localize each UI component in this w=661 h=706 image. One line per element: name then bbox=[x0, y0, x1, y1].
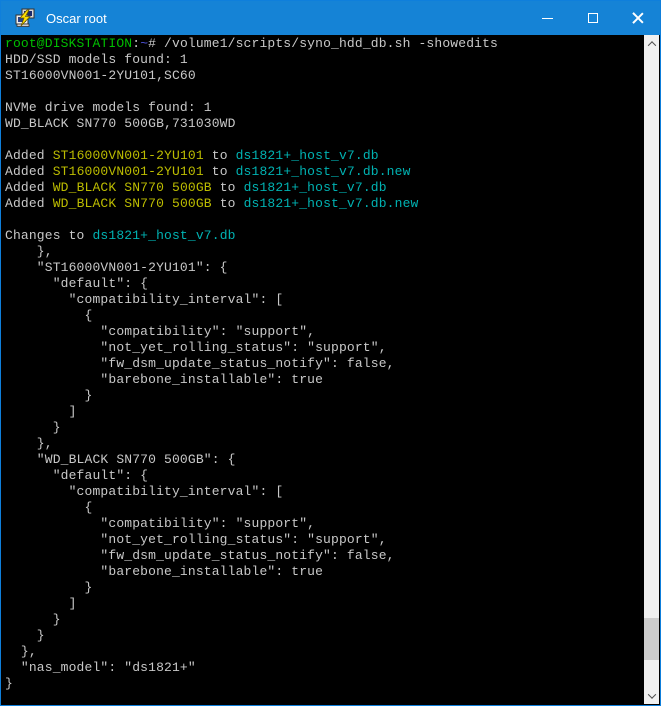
terminal-line: "not_yet_rolling_status": "support", bbox=[5, 532, 643, 548]
terminal-line: Added WD_BLACK SN770 500GB to ds1821+_ho… bbox=[5, 180, 643, 196]
terminal-line: Changes to ds1821+_host_v7.db bbox=[5, 228, 643, 244]
terminal-line: "compatibility_interval": [ bbox=[5, 484, 643, 500]
terminal-line: "barebone_installable": true bbox=[5, 372, 643, 388]
scrollbar[interactable] bbox=[644, 35, 659, 704]
caption-buttons bbox=[525, 1, 660, 35]
terminal-line: ] bbox=[5, 596, 643, 612]
terminal-line: "default": { bbox=[5, 276, 643, 292]
terminal-line: "barebone_installable": true bbox=[5, 564, 643, 580]
terminal-line: "fw_dsm_update_status_notify": false, bbox=[5, 548, 643, 564]
window-title: Oscar root bbox=[46, 11, 525, 26]
terminal-line: Added ST16000VN001-2YU101 to ds1821+_hos… bbox=[5, 148, 643, 164]
terminal-line: }, bbox=[5, 644, 643, 660]
terminal-line: } bbox=[5, 420, 643, 436]
title-bar[interactable]: Oscar root bbox=[1, 1, 660, 35]
terminal-line: Added WD_BLACK SN770 500GB to ds1821+_ho… bbox=[5, 196, 643, 212]
terminal-line: } bbox=[5, 580, 643, 596]
terminal-line: "WD_BLACK SN770 500GB": { bbox=[5, 452, 643, 468]
scroll-down-button[interactable] bbox=[644, 687, 659, 704]
terminal-line: "compatibility": "support", bbox=[5, 324, 643, 340]
terminal-line: "nas_model": "ds1821+" bbox=[5, 660, 643, 676]
terminal-line: } bbox=[5, 676, 643, 692]
chevron-down-icon bbox=[647, 690, 655, 698]
terminal-line: } bbox=[5, 612, 643, 628]
terminal-line: } bbox=[5, 628, 643, 644]
terminal-line: ] bbox=[5, 404, 643, 420]
terminal-line: NVMe drive models found: 1 bbox=[5, 100, 643, 116]
terminal-line: }, bbox=[5, 436, 643, 452]
terminal-line bbox=[5, 132, 643, 148]
terminal-line: "compatibility": "support", bbox=[5, 516, 643, 532]
terminal-lines: root@DISKSTATION:~# /volume1/scripts/syn… bbox=[5, 36, 643, 704]
minimize-icon bbox=[542, 18, 553, 19]
putty-window: Oscar root root@DISKSTATION:~# /volume1/… bbox=[0, 0, 661, 706]
terminal-line: Added ST16000VN001-2YU101 to ds1821+_hos… bbox=[5, 164, 643, 180]
terminal-line: "default": { bbox=[5, 468, 643, 484]
terminal-line: { bbox=[5, 308, 643, 324]
close-icon bbox=[632, 12, 644, 24]
terminal-line: "compatibility_interval": [ bbox=[5, 292, 643, 308]
terminal-line: HDD/SSD models found: 1 bbox=[5, 52, 643, 68]
terminal-line: { bbox=[5, 500, 643, 516]
close-button[interactable] bbox=[615, 1, 660, 35]
terminal-line bbox=[5, 212, 643, 228]
chevron-up-icon bbox=[647, 41, 655, 49]
scrollbar-thumb[interactable] bbox=[644, 618, 659, 660]
terminal-line: root@DISKSTATION:~# /volume1/scripts/syn… bbox=[5, 36, 643, 52]
terminal-line: "fw_dsm_update_status_notify": false, bbox=[5, 356, 643, 372]
putty-terminal-lightning-icon[interactable] bbox=[14, 7, 36, 29]
terminal-line: "ST16000VN001-2YU101": { bbox=[5, 260, 643, 276]
terminal-screen[interactable]: root@DISKSTATION:~# /volume1/scripts/syn… bbox=[2, 35, 659, 704]
terminal-line: ST16000VN001-2YU101,SC60 bbox=[5, 68, 643, 84]
terminal-line: }, bbox=[5, 244, 643, 260]
terminal-line: WD_BLACK SN770 500GB,731030WD bbox=[5, 116, 643, 132]
maximize-button[interactable] bbox=[570, 1, 615, 35]
terminal-line: } bbox=[5, 388, 643, 404]
terminal-line bbox=[5, 84, 643, 100]
scroll-up-button[interactable] bbox=[644, 35, 659, 52]
maximize-icon bbox=[588, 13, 598, 23]
minimize-button[interactable] bbox=[525, 1, 570, 35]
terminal-line: "not_yet_rolling_status": "support", bbox=[5, 340, 643, 356]
